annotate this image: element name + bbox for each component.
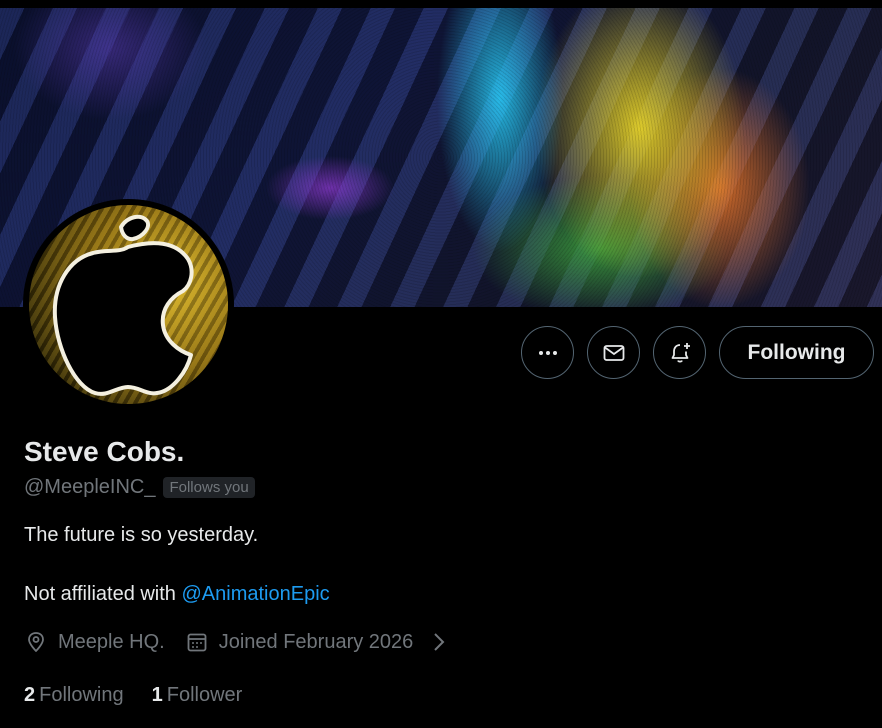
joined-text: Joined February 2026 — [218, 630, 414, 653]
follow-stats: 2 Following 1 Follower — [24, 684, 242, 707]
location: Meeple HQ. — [24, 630, 165, 654]
calendar-icon — [187, 633, 207, 652]
joined-date[interactable]: Joined February 2026 — [185, 630, 452, 654]
location-text: Meeple HQ. — [58, 630, 165, 653]
profile-handle: @MeepleINC_ — [24, 476, 156, 498]
bell-plus-icon — [671, 342, 690, 363]
bio-line-1: The future is so yesterday. — [24, 524, 259, 546]
following-button[interactable]: Following — [719, 326, 874, 379]
profile-meta: Meeple HQ. Joined February 2026 — [24, 630, 451, 654]
chevron-right-icon — [434, 633, 445, 651]
more-horizontal-icon — [538, 350, 557, 355]
notify-button[interactable] — [653, 326, 706, 379]
followers-count: 1 — [151, 684, 163, 706]
location-pin-icon — [28, 632, 44, 652]
following-label: Following — [39, 684, 124, 706]
following-count: 2 — [24, 684, 36, 706]
bio-line-2-text: Not affiliated with — [24, 583, 182, 605]
apple-logo-icon — [52, 214, 194, 396]
envelope-icon — [603, 344, 624, 361]
top-edge — [0, 0, 882, 8]
bio-line-2: Not affiliated with @AnimationEpic — [24, 583, 330, 606]
follows-you-badge: Follows you — [163, 477, 255, 498]
more-button[interactable] — [521, 326, 574, 379]
avatar[interactable] — [23, 199, 234, 410]
followers-stat[interactable]: 1 Follower — [152, 684, 243, 707]
handle-row: @MeepleINC_ Follows you — [24, 476, 255, 499]
mention-link[interactable]: @AnimationEpic — [182, 583, 330, 605]
following-stat[interactable]: 2 Following — [24, 684, 124, 707]
followers-label: Follower — [166, 684, 243, 706]
message-button[interactable] — [587, 326, 640, 379]
profile-name: Steve Cobs. — [24, 436, 185, 467]
